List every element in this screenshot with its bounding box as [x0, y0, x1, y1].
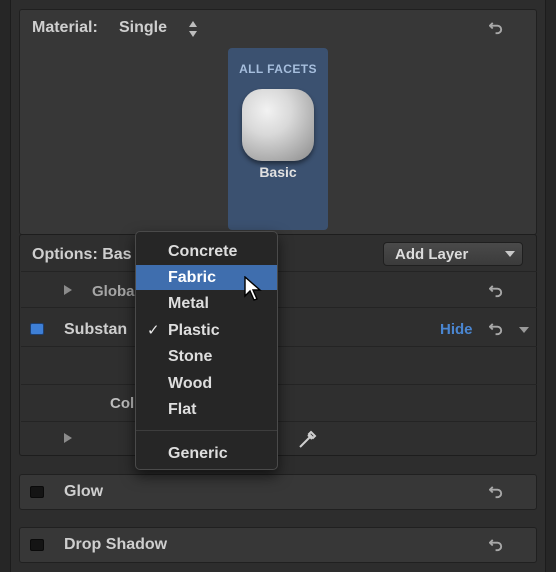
drop-shadow-label: Drop Shadow	[64, 536, 168, 553]
menu-separator	[136, 430, 277, 431]
menu-item-wood[interactable]: Wood	[136, 371, 277, 396]
add-layer-label: Add Layer	[395, 246, 469, 263]
substance-menu-chevron-icon[interactable]	[518, 325, 530, 335]
glow-reset-icon[interactable]	[488, 484, 504, 500]
material-type-menu: Concrete Fabric Metal ✓ Plastic Stone Wo…	[135, 231, 278, 470]
menu-item-label: Flat	[168, 401, 197, 418]
facet-caption: ALL FACETS	[239, 62, 317, 76]
menu-item-generic[interactable]: Generic	[136, 441, 277, 466]
options-area	[19, 234, 537, 456]
menu-item-concrete[interactable]: Concrete	[136, 239, 277, 264]
menu-item-label: Generic	[168, 445, 228, 462]
glow-label: Glow	[64, 483, 104, 500]
material-reset-icon[interactable]	[488, 20, 504, 36]
drop-shadow-reset-icon[interactable]	[488, 537, 504, 553]
substance-reset-icon[interactable]	[488, 321, 504, 337]
drop-shadow-checkbox[interactable]	[30, 539, 44, 551]
substance-label: Substan	[64, 321, 128, 338]
options-label: Options: Bas	[32, 246, 132, 263]
global-row-label: Globa	[92, 283, 135, 300]
menu-item-label: Stone	[168, 348, 213, 365]
menu-item-label: Plastic	[168, 322, 220, 339]
divider	[21, 307, 537, 308]
disclosure-triangle-icon[interactable]	[64, 285, 72, 295]
material-thumbnail	[242, 89, 314, 161]
facet-name: Basic	[259, 164, 297, 180]
checkmark-icon: ✓	[147, 322, 160, 339]
substance-checkbox[interactable]	[30, 323, 44, 335]
menu-item-label: Fabric	[168, 269, 217, 286]
material-stepper-icon[interactable]	[187, 19, 199, 39]
divider	[21, 421, 537, 422]
menu-item-label: Concrete	[168, 243, 238, 260]
menu-item-flat[interactable]: Flat	[136, 397, 277, 422]
facet-tile[interactable]: ALL FACETS Basic	[228, 48, 328, 230]
color-row-label: Col	[110, 395, 135, 412]
menu-item-label: Wood	[168, 375, 213, 392]
add-layer-popup[interactable]: Add Layer	[383, 242, 523, 266]
disclosure-triangle-icon[interactable]	[64, 433, 72, 443]
divider	[21, 384, 537, 385]
mouse-pointer-icon	[244, 276, 262, 301]
substance-hide-link[interactable]: Hide	[440, 321, 473, 338]
glow-checkbox[interactable]	[30, 486, 44, 498]
material-label: Material:	[32, 19, 98, 36]
global-reset-icon[interactable]	[488, 283, 504, 299]
eyedropper-icon[interactable]	[296, 427, 320, 451]
material-value[interactable]: Single	[119, 19, 167, 37]
menu-item-stone[interactable]: Stone	[136, 344, 277, 369]
menu-item-plastic[interactable]: ✓ Plastic	[136, 318, 277, 343]
divider	[21, 346, 537, 347]
chevron-down-icon	[505, 251, 515, 257]
divider	[21, 271, 537, 272]
menu-item-label: Metal	[168, 295, 209, 312]
